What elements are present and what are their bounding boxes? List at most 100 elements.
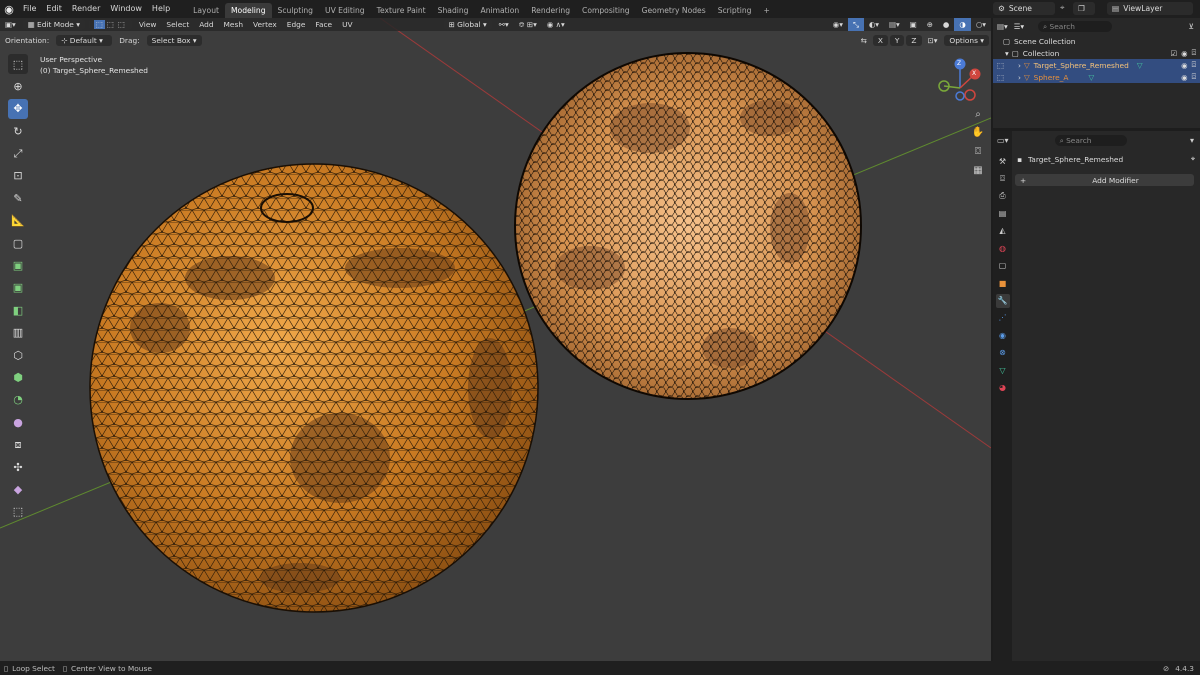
world-tab-icon[interactable]: ◍ [996,241,1010,255]
menu-window[interactable]: Window [105,0,147,18]
blender-logo-icon[interactable]: ◉ [0,0,18,18]
outliner-filter-icon[interactable]: ☰▾ [1014,22,1024,31]
bevel-tool-icon[interactable]: ◧ [8,300,28,320]
add-cube-tool-icon[interactable]: ▢ [8,233,28,253]
edit-mode-row-icon[interactable]: ⬚ [997,73,1004,82]
tab-uv-editing[interactable]: UV Editing [319,3,371,18]
particles-tab-icon[interactable]: ⋰ [996,311,1010,325]
move-tool-icon[interactable]: ✥ [8,98,28,119]
expand-chevron-icon[interactable]: ▾ [1005,49,1009,58]
object-tab-icon[interactable]: ■ [996,276,1010,290]
tab-compositing[interactable]: Compositing [576,3,636,18]
outliner-editor-icon[interactable]: ▤▾ [997,22,1008,31]
shear-tool-icon[interactable]: ◆ [8,479,28,499]
view-layer-tab-icon[interactable]: ▤ [996,207,1010,221]
edit-mode-row-icon[interactable]: ⬚ [997,61,1004,70]
menu-file[interactable]: File [18,0,41,18]
pin-icon[interactable]: ⌖ [1060,3,1065,13]
menu-select[interactable]: Select [161,18,194,31]
menu-edit[interactable]: Edit [41,0,67,18]
cursor-tool-icon[interactable]: ⊕ [8,76,28,96]
measure-tool-icon[interactable]: 📐 [8,211,28,231]
edge-slide-tool-icon[interactable]: ⧈ [8,435,28,455]
shading-wireframe-icon[interactable]: ⊕ [922,18,938,31]
knife-tool-icon[interactable]: ⬡ [8,345,28,365]
eye-icon[interactable]: ◉ [1181,73,1187,82]
poly-build-tool-icon[interactable]: ⬢ [8,367,28,387]
pivot-icon[interactable]: ⚯▾ [494,18,514,31]
edge-select-icon[interactable]: ⬚ [105,20,116,29]
visibility-icon[interactable]: ◉▾ [828,18,848,31]
scene-collection-row[interactable]: ▢ Scene Collection [993,35,1200,47]
drag-dropdown[interactable]: Select Box ▾ [146,34,202,46]
auto-merge-icon[interactable]: ⊡▾ [923,34,943,47]
collection-row[interactable]: ▾ ▢ Collection ☑ ◉ ⌼ [993,47,1200,59]
shading-rendered-icon[interactable]: ○▾ [971,18,991,31]
vertex-select-icon[interactable]: ⬚ [93,20,105,29]
tab-geometry-nodes[interactable]: Geometry Nodes [636,3,712,18]
loop-cut-tool-icon[interactable]: ▥ [8,323,28,343]
menu-vertex[interactable]: Vertex [248,18,282,31]
tab-shading[interactable]: Shading [432,3,475,18]
eye-icon[interactable]: ◉ [1181,61,1187,70]
inset-tool-icon[interactable]: ▣ [8,278,28,298]
options-dropdown[interactable]: Options ▾ [944,34,989,46]
transform-orientation-dropdown[interactable]: ⊞ Global ▾ [443,19,492,30]
modifier-tab-icon[interactable]: 🔧 [995,293,1010,308]
viewport-scene[interactable] [0,18,991,661]
shading-solid-icon[interactable]: ● [938,18,954,31]
annotate-tool-icon[interactable]: ✎ [8,188,28,208]
snap-icon[interactable]: ⎊ ⊞▾ [514,18,542,31]
expand-chevron-icon[interactable]: › [1018,73,1021,82]
select-box-tool-icon[interactable]: ⬚ [8,54,28,74]
scene-new-button[interactable]: ❐ [1073,2,1095,15]
view-layer-selector[interactable]: ▤ ViewLayer [1107,2,1193,15]
mirror-y-button[interactable]: Y [889,34,905,46]
proportional-edit-icon[interactable]: ◉ ∧▾ [542,18,570,31]
tab-layout[interactable]: Layout [187,3,225,18]
editor-type-icon[interactable]: ▣▾ [0,18,21,31]
add-modifier-button[interactable]: + Add Modifier [1015,174,1194,186]
collection-tab-icon[interactable]: ▢ [996,259,1010,273]
zoom-icon[interactable]: ⌕ [970,106,986,122]
constraints-tab-icon[interactable]: ⊗ [996,346,1010,360]
camera-icon[interactable]: ⌼ [1192,48,1196,58]
pin-icon[interactable]: ⌖ [1191,154,1195,164]
tab-sculpting[interactable]: Sculpting [272,3,319,18]
orientation-dropdown[interactable]: ⊹ Default ▾ [56,34,113,46]
menu-face[interactable]: Face [310,18,337,31]
tab-scripting[interactable]: Scripting [712,3,758,18]
render-tab-icon[interactable]: ⌼ [996,172,1010,186]
menu-uv[interactable]: UV [337,18,357,31]
menu-edge[interactable]: Edge [282,18,311,31]
camera-icon[interactable]: ⌼ [1192,60,1196,70]
rotate-tool-icon[interactable]: ↻ [8,121,28,141]
outliner-item-target-sphere[interactable]: ⬚ › ▽ Target_Sphere_Remeshed ▽ ◉ ⌼ [993,59,1200,71]
add-workspace-icon[interactable]: + [757,3,775,18]
overlay-icon[interactable]: ◐▾ [864,18,884,31]
ortho-grid-icon[interactable]: ▦ [970,162,986,178]
outliner-item-sphere-a[interactable]: ⬚ › ▽ Sphere_A ▽ ◉ ⌼ [993,71,1200,83]
camera-icon[interactable]: ⌼ [1192,72,1196,82]
tab-rendering[interactable]: Rendering [525,3,576,18]
tool-tab-icon[interactable]: ⚒ [996,154,1010,168]
mirror-z-button[interactable]: Z [906,34,922,46]
tab-animation[interactable]: Animation [475,3,526,18]
menu-help[interactable]: Help [147,0,175,18]
pan-hand-icon[interactable]: ✋ [970,124,986,140]
mesh-overlay-icon[interactable]: ▤▾ [884,18,905,31]
xray-icon[interactable]: ▣ [905,18,922,31]
menu-add[interactable]: Add [194,18,218,31]
collapse-icon[interactable]: ▾ [1190,136,1194,145]
scale-tool-icon[interactable]: ⤢ [8,144,28,164]
checkbox-icon[interactable]: ☑ [1170,49,1177,58]
menu-view[interactable]: View [134,18,162,31]
extrude-tool-icon[interactable]: ▣ [8,256,28,276]
menu-mesh[interactable]: Mesh [219,18,248,31]
mirror-icon[interactable]: ⇆ [856,34,872,47]
face-select-icon[interactable]: ⬚ [116,20,127,29]
tab-modeling[interactable]: Modeling [225,2,272,18]
tab-texture-paint[interactable]: Texture Paint [371,3,432,18]
expand-chevron-icon[interactable]: › [1018,61,1021,70]
menu-render[interactable]: Render [67,0,105,18]
